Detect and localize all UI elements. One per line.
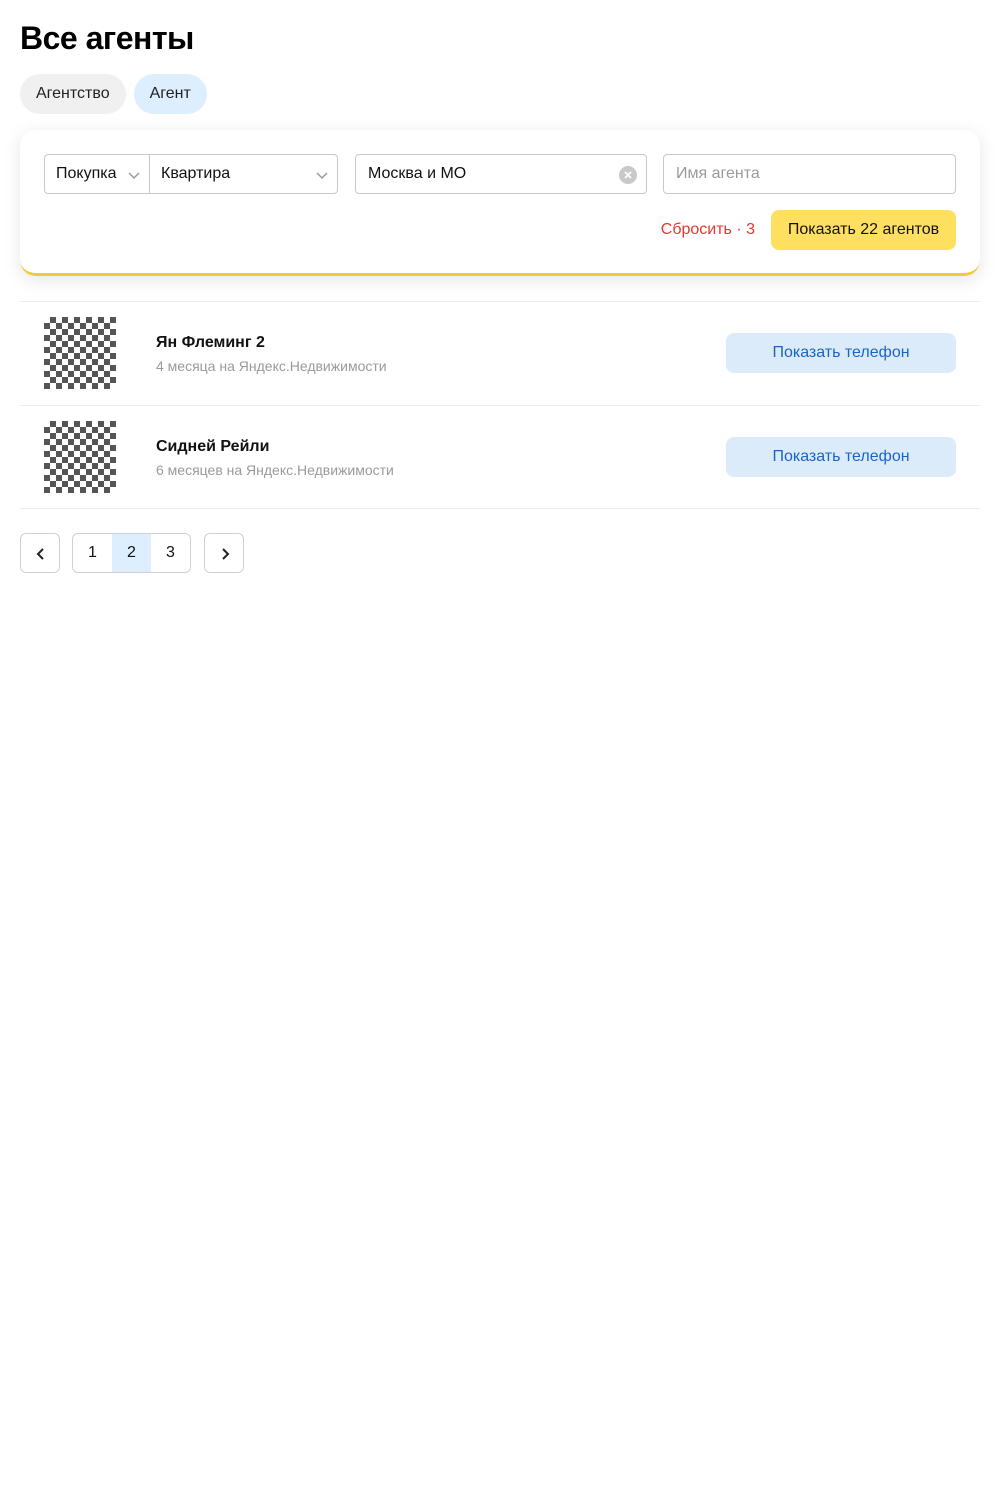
tab-agency[interactable]: Агентство: [20, 74, 126, 114]
agent-type-tabs: Агентство Агент: [20, 74, 207, 114]
reset-filters-link[interactable]: Сбросить · 3: [661, 210, 755, 250]
chevron-left-icon: [36, 548, 44, 560]
agent-list: Ян Флеминг 2 4 месяца на Яндекс.Недвижим…: [20, 301, 980, 509]
agent-tenure: 6 месяцев на Яндекс.Недвижимости: [156, 462, 394, 478]
chevron-down-icon: [128, 172, 140, 180]
property-type-value: Квартира: [161, 165, 231, 182]
property-type-select[interactable]: Квартира: [149, 154, 338, 194]
next-page-button[interactable]: [204, 533, 244, 573]
clear-icon[interactable]: [619, 166, 637, 184]
agent-name-input[interactable]: [663, 154, 956, 194]
show-agents-button[interactable]: Показать 22 агентов: [771, 210, 956, 250]
prev-page-button[interactable]: [20, 533, 60, 573]
deal-type-value: Покупка: [56, 165, 117, 182]
list-item: Ян Флеминг 2 4 месяца на Яндекс.Недвижим…: [20, 301, 980, 405]
agent-tenure: 4 месяца на Яндекс.Недвижимости: [156, 358, 387, 374]
filter-panel: Покупка Квартира Москва и МО Сбросить · …: [20, 130, 980, 276]
chevron-down-icon: [316, 172, 328, 180]
show-phone-button[interactable]: Показать телефон: [726, 437, 956, 477]
page-title: Все агенты: [20, 20, 194, 56]
avatar[interactable]: [44, 421, 116, 493]
page-numbers: 1 2 3: [72, 533, 191, 573]
chevron-right-icon: [222, 548, 230, 560]
agent-name[interactable]: Ян Флеминг 2: [156, 333, 265, 353]
page-number-current[interactable]: 2: [112, 534, 151, 572]
region-input[interactable]: Москва и МО: [355, 154, 647, 194]
page-number[interactable]: 1: [73, 534, 112, 572]
region-value: Москва и МО: [368, 165, 467, 182]
list-item: Сидней Рейли 6 месяцев на Яндекс.Недвижи…: [20, 405, 980, 509]
page-number[interactable]: 3: [151, 534, 190, 572]
avatar[interactable]: [44, 317, 116, 389]
tab-agent[interactable]: Агент: [133, 74, 207, 114]
agent-name[interactable]: Сидней Рейли: [156, 437, 269, 457]
deal-type-select[interactable]: Покупка: [44, 154, 150, 194]
show-phone-button[interactable]: Показать телефон: [726, 333, 956, 373]
